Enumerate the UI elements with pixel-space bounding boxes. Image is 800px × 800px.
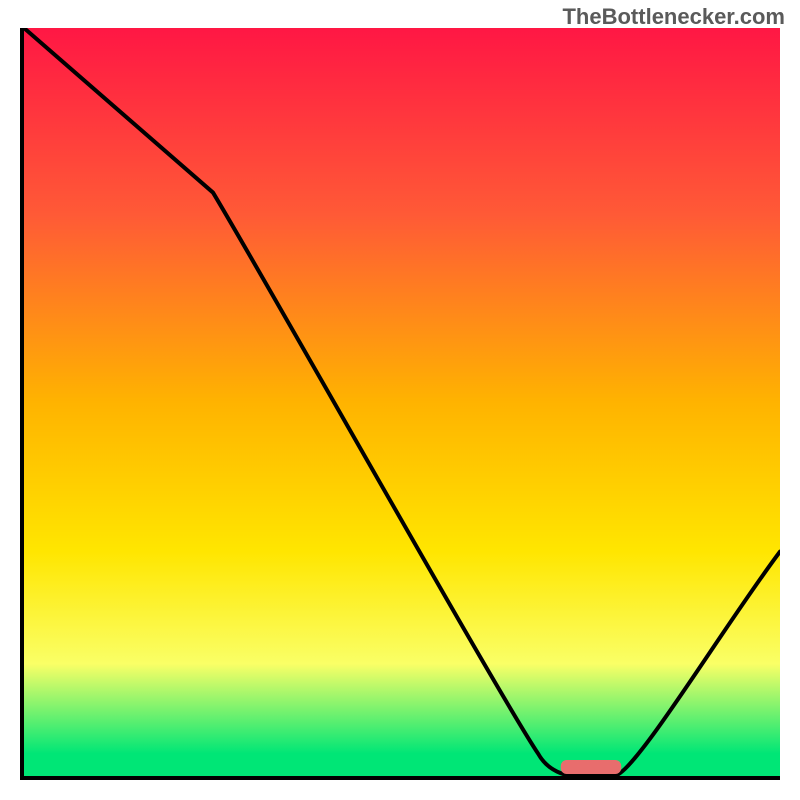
bottleneck-curve <box>24 28 780 776</box>
chart-container: TheBottlenecker.com <box>0 0 800 800</box>
watermark-text: TheBottlenecker.com <box>562 4 785 30</box>
curve-overlay <box>24 28 780 776</box>
optimal-marker <box>561 760 621 774</box>
plot-area <box>20 28 780 780</box>
